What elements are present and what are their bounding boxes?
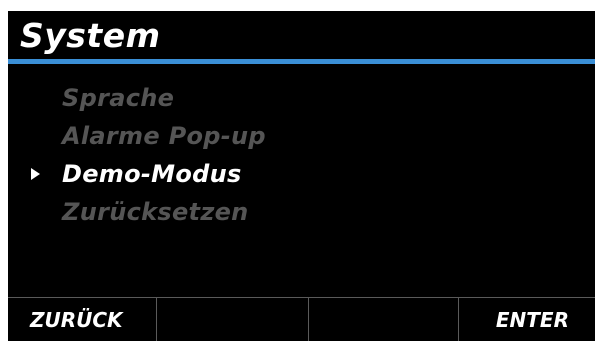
softkey-divider: [308, 298, 309, 341]
device-screen: System Sprache Alarme Pop-up Demo-Modus …: [8, 11, 595, 341]
page-title: System: [20, 16, 161, 55]
settings-menu: Sprache Alarme Pop-up Demo-Modus Zurücks…: [8, 83, 595, 235]
softkey-bar: ZURÜCK ENTER: [8, 297, 595, 341]
back-button[interactable]: ZURÜCK: [8, 298, 156, 341]
enter-button-label: ENTER: [495, 308, 569, 332]
menu-item-label: Zurücksetzen: [62, 198, 249, 226]
menu-item-label: Alarme Pop-up: [62, 122, 266, 150]
menu-item-label: Sprache: [62, 84, 175, 112]
menu-item-zuruecksetzen[interactable]: Zurücksetzen: [8, 197, 595, 235]
back-button-label: ZURÜCK: [30, 308, 123, 332]
menu-item-sprache[interactable]: Sprache: [8, 83, 595, 121]
header-accent-line: [8, 59, 595, 64]
softkey-3[interactable]: [308, 298, 458, 341]
softkey-divider: [458, 298, 459, 341]
enter-button[interactable]: ENTER: [458, 298, 595, 341]
menu-item-demo-modus[interactable]: Demo-Modus: [8, 159, 595, 197]
softkey-2[interactable]: [156, 298, 308, 341]
menu-item-label: Demo-Modus: [62, 160, 242, 188]
header-bar: System: [8, 11, 595, 59]
menu-item-alarme-pop-up[interactable]: Alarme Pop-up: [8, 121, 595, 159]
softkey-divider: [156, 298, 157, 341]
triangle-right-icon: [31, 168, 40, 180]
